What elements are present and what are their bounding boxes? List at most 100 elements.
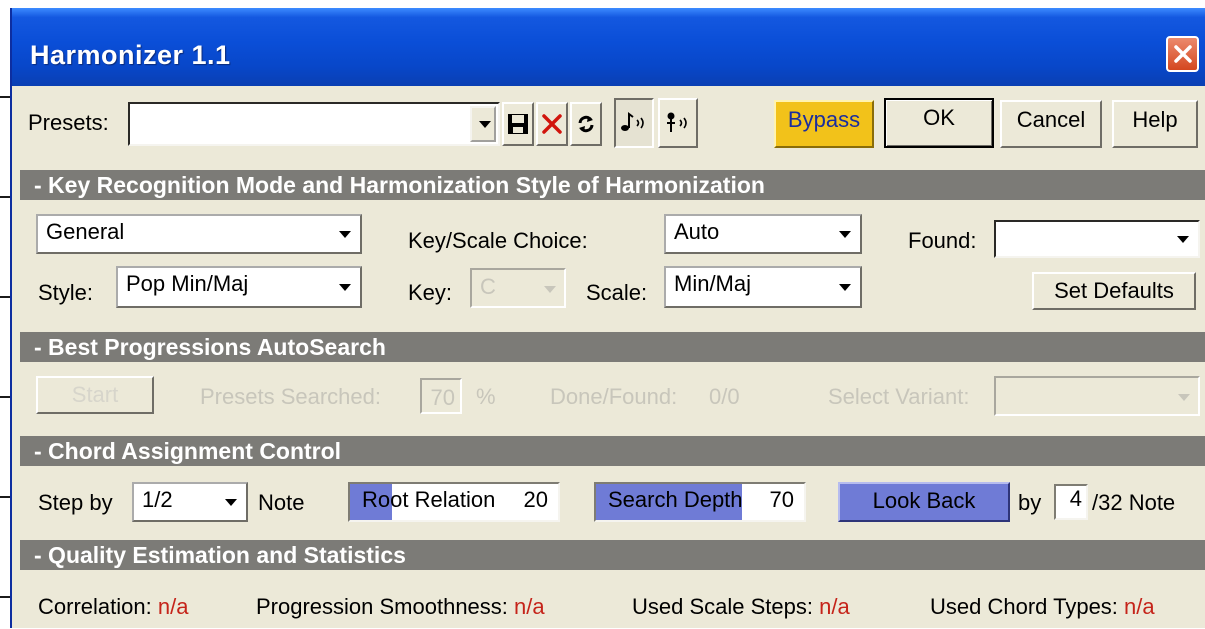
scale-steps-row: Used Scale Steps: n/a xyxy=(632,594,850,620)
title-bar[interactable]: Harmonizer 1.1 xyxy=(12,8,1205,86)
note-play-button[interactable] xyxy=(658,98,698,148)
chord-types-row: Used Chord Types: n/a xyxy=(930,594,1155,620)
close-button[interactable] xyxy=(1166,36,1199,72)
chevron-down-icon xyxy=(339,284,351,291)
mode-dropdown-button[interactable] xyxy=(332,218,358,250)
scale-label: Scale: xyxy=(586,280,648,305)
step-value: 1/2 xyxy=(142,487,173,512)
select-variant-combo[interactable] xyxy=(994,376,1200,416)
help-label: Help xyxy=(1132,107,1178,132)
root-relation-value: 20 xyxy=(523,487,548,512)
style-dropdown-button[interactable] xyxy=(332,270,358,304)
key-scale-dropdown-button[interactable] xyxy=(832,218,858,250)
mode-combo[interactable]: General xyxy=(36,214,362,254)
section-quality-header: - Quality Estimation and Statistics xyxy=(20,540,1205,570)
look-back-label: Look Back xyxy=(872,488,976,513)
set-defaults-label: Set Defaults xyxy=(1054,278,1174,303)
correlation-label: Correlation: xyxy=(38,594,152,619)
toolbar: Presets: Bypass OK Cancel Help xyxy=(12,92,1205,162)
search-depth-slider[interactable]: Search Depth 70 xyxy=(594,482,806,522)
section-chord-assignment-header: - Chord Assignment Control xyxy=(20,436,1205,466)
bypass-label: Bypass xyxy=(787,107,861,132)
section-autosearch-header: - Best Progressions AutoSearch xyxy=(20,332,1205,362)
mode-value: General xyxy=(46,219,125,244)
window-title: Harmonizer 1.1 xyxy=(30,40,231,70)
start-label: Start xyxy=(71,382,119,407)
scale-steps-value: n/a xyxy=(819,594,850,619)
key-scale-choice-value: Auto xyxy=(674,219,720,244)
style-value: Pop Min/Maj xyxy=(126,271,249,296)
scale-combo[interactable]: Min/Maj xyxy=(664,266,862,308)
note-listen-icon xyxy=(621,112,644,131)
search-depth-label: Search Depth xyxy=(608,487,743,512)
smoothness-label: Progression Smoothness: xyxy=(256,594,508,619)
section-key-recognition-header: - Key Recognition Mode and Harmonization… xyxy=(20,170,1205,200)
note-label: Note xyxy=(258,490,305,515)
root-relation-slider[interactable]: Root Relation 20 xyxy=(348,482,560,522)
cancel-button[interactable]: Cancel xyxy=(1000,100,1102,148)
select-variant-label: Select Variant: xyxy=(828,384,970,409)
chevron-down-icon xyxy=(839,231,851,238)
refresh-icon xyxy=(578,115,594,133)
key-value: C xyxy=(480,274,496,299)
chord-types-value: n/a xyxy=(1124,594,1155,619)
look-back-count-input[interactable]: 4 xyxy=(1054,484,1088,520)
done-found-value: 0/0 xyxy=(709,384,740,409)
key-scale-choice-combo[interactable]: Auto xyxy=(664,214,862,254)
scale-dropdown-button[interactable] xyxy=(832,270,858,304)
refresh-button[interactable] xyxy=(570,102,602,146)
step-combo[interactable]: 1/2 xyxy=(132,482,248,522)
save-icon xyxy=(508,114,528,134)
style-label: Style: xyxy=(38,280,94,305)
chevron-down-icon xyxy=(544,286,556,293)
delete-icon xyxy=(542,114,562,134)
correlation-row: Correlation: n/a xyxy=(38,594,188,620)
presets-dropdown-button[interactable] xyxy=(470,106,496,142)
scale-value: Min/Maj xyxy=(674,271,752,296)
correlation-value: n/a xyxy=(157,594,189,619)
key-label: Key: xyxy=(408,280,453,305)
ok-label: OK xyxy=(923,105,955,130)
found-dropdown-button[interactable] xyxy=(1170,224,1196,254)
save-preset-button[interactable] xyxy=(502,102,534,146)
chevron-down-icon xyxy=(1177,236,1189,243)
key-combo[interactable]: C xyxy=(470,268,566,308)
chevron-down-icon xyxy=(479,121,491,128)
delete-preset-button[interactable] xyxy=(536,102,568,146)
smoothness-row: Progression Smoothness: n/a xyxy=(256,594,545,620)
presets-searched-value: 70 xyxy=(430,385,455,410)
presets-label: Presets: xyxy=(28,110,109,135)
search-depth-value: 70 xyxy=(769,487,794,512)
percent-label: % xyxy=(476,384,496,409)
note-play-icon xyxy=(667,112,687,132)
step-by-label: Step by xyxy=(38,490,113,515)
cancel-label: Cancel xyxy=(1016,107,1086,132)
note-listen-toggle[interactable] xyxy=(614,98,654,148)
close-icon xyxy=(1174,45,1192,63)
note-denominator-label: /32 Note xyxy=(1092,490,1176,515)
smoothness-value: n/a xyxy=(514,594,545,619)
found-combo[interactable] xyxy=(994,220,1200,258)
ok-button[interactable]: OK xyxy=(884,98,994,148)
found-label: Found: xyxy=(908,228,977,253)
harmonizer-window: Harmonizer 1.1 Presets: Bypass OK Cancel… xyxy=(10,8,1205,628)
help-button[interactable]: Help xyxy=(1112,100,1198,148)
by-label: by xyxy=(1018,490,1042,515)
chevron-down-icon xyxy=(1178,394,1190,401)
start-button[interactable]: Start xyxy=(36,376,154,414)
scale-steps-label: Used Scale Steps: xyxy=(632,594,813,619)
chevron-down-icon xyxy=(839,284,851,291)
key-scale-choice-label: Key/Scale Choice: xyxy=(408,228,588,253)
set-defaults-button[interactable]: Set Defaults xyxy=(1032,272,1196,310)
chevron-down-icon xyxy=(225,499,237,506)
bypass-button[interactable]: Bypass xyxy=(774,100,874,148)
presets-searched-box: 70 xyxy=(420,378,462,414)
presets-searched-label: Presets Searched: xyxy=(200,384,381,409)
step-dropdown-button[interactable] xyxy=(218,486,244,518)
done-found-label: Done/Found: xyxy=(550,384,678,409)
chevron-down-icon xyxy=(339,231,351,238)
look-back-button[interactable]: Look Back xyxy=(838,482,1010,522)
presets-combo[interactable] xyxy=(128,102,500,146)
style-combo[interactable]: Pop Min/Maj xyxy=(116,266,362,308)
chord-types-label: Used Chord Types: xyxy=(930,594,1118,619)
